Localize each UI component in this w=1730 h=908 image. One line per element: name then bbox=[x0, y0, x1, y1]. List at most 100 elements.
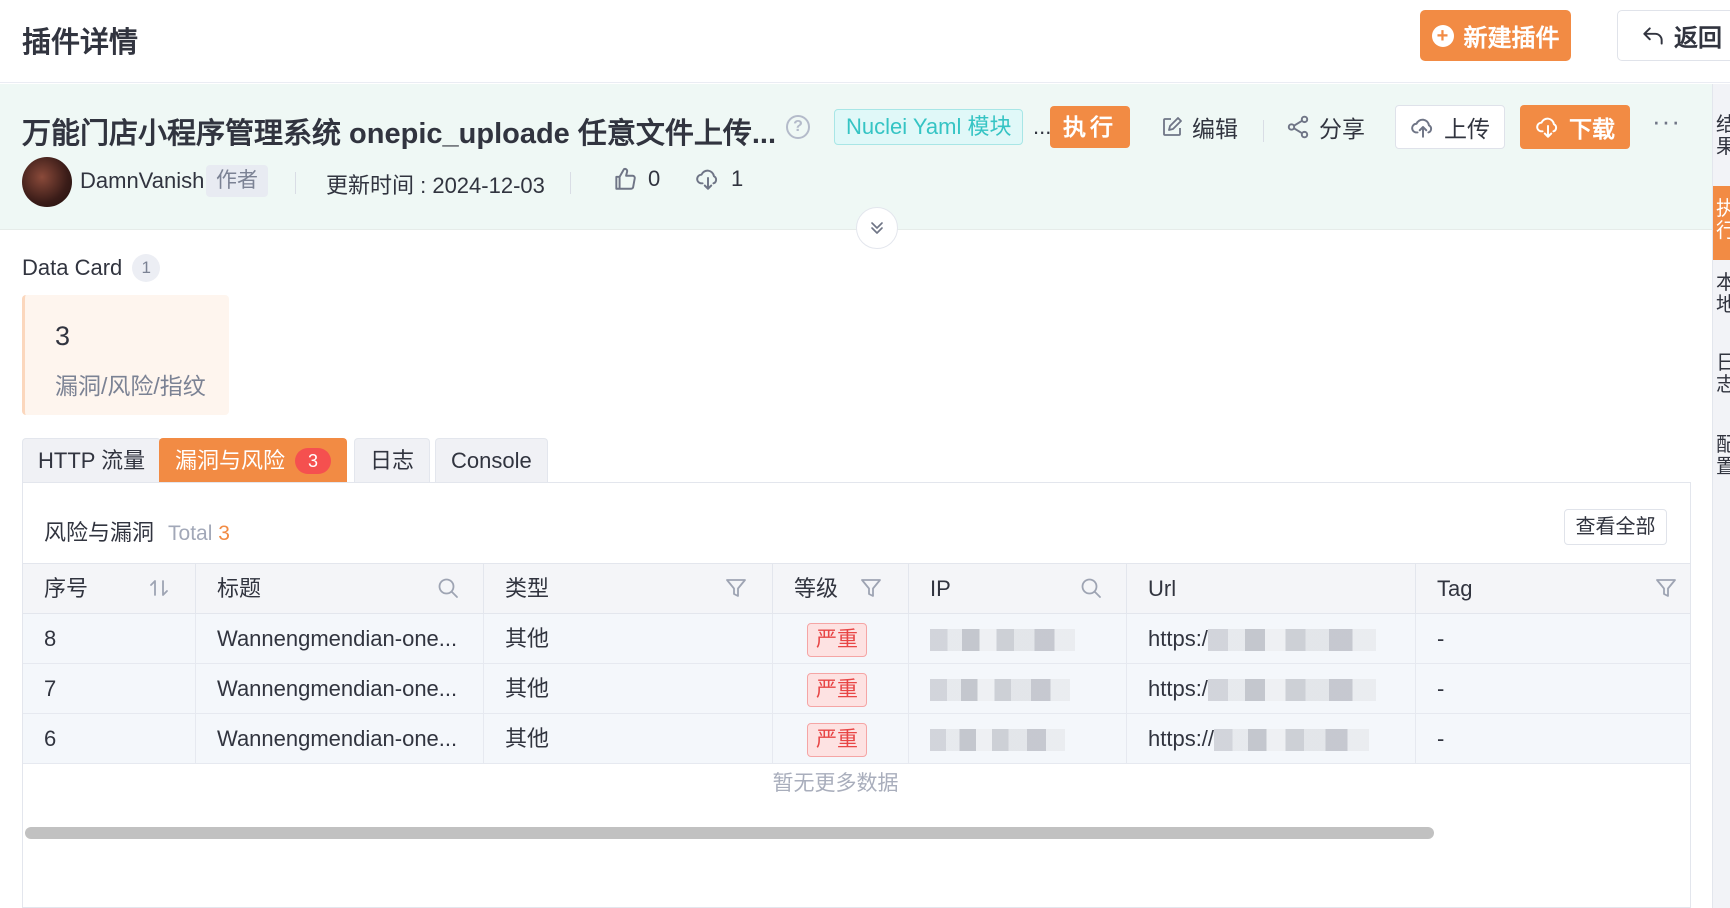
total-value: 3 bbox=[218, 522, 230, 545]
view-all-button[interactable]: 查看全部 bbox=[1564, 509, 1667, 545]
column-header-tag[interactable]: Tag bbox=[1416, 564, 1690, 613]
divider bbox=[1263, 120, 1264, 142]
tab-vulns-risks[interactable]: 漏洞与风险 3 bbox=[159, 438, 348, 482]
return-arrow-icon bbox=[1643, 26, 1663, 45]
column-header-ip[interactable]: IP bbox=[909, 564, 1127, 613]
back-button[interactable]: 返回 bbox=[1617, 10, 1730, 61]
table-row[interactable]: 7 Wannengmendian-one... 其他 严重 https:/ - bbox=[23, 664, 1690, 714]
download-label: 下载 bbox=[1569, 116, 1615, 142]
updated-time: 更新时间 : 2024-12-03 bbox=[326, 173, 545, 198]
url-text: https:// bbox=[1148, 726, 1215, 751]
back-label: 返回 bbox=[1674, 25, 1722, 52]
risk-table-header: 风险与漏洞 Total 3 bbox=[44, 515, 230, 547]
risk-table-panel: 风险与漏洞 Total 3 查看全部 序号 标题 类型 等级 IP Url Ta… bbox=[22, 482, 1691, 908]
cell-type: 其他 bbox=[484, 614, 773, 663]
side-tab-result[interactable]: 结果 bbox=[1713, 114, 1730, 174]
author-name[interactable]: DamnVanish bbox=[80, 168, 204, 194]
cell-ip bbox=[909, 614, 1127, 663]
download-button[interactable]: 下载 bbox=[1520, 105, 1630, 149]
share-icon bbox=[1287, 115, 1309, 139]
share-label: 分享 bbox=[1319, 116, 1365, 142]
data-card-vulns[interactable]: 3 漏洞/风险/指纹 bbox=[22, 295, 229, 415]
question-icon[interactable]: ? bbox=[786, 115, 810, 139]
more-options-icon[interactable]: ··· bbox=[1652, 106, 1681, 137]
side-tab-log[interactable]: 日志 bbox=[1713, 352, 1730, 412]
filter-icon[interactable] bbox=[859, 576, 883, 600]
column-label: Url bbox=[1148, 576, 1177, 601]
sort-icon[interactable] bbox=[147, 576, 171, 600]
cell-level: 严重 bbox=[773, 714, 909, 763]
tab-log[interactable]: 日志 bbox=[354, 438, 431, 482]
severity-badge: 严重 bbox=[807, 623, 867, 657]
blurred-ip bbox=[930, 679, 1070, 702]
blurred-url bbox=[1207, 679, 1376, 702]
table-row[interactable]: 6 Wannengmendian-one... 其他 严重 https:// - bbox=[23, 714, 1690, 764]
cell-level: 严重 bbox=[773, 664, 909, 713]
url-text: https:/ bbox=[1148, 676, 1208, 701]
cell-id: 7 bbox=[23, 664, 196, 713]
table-row[interactable]: 8 Wannengmendian-one... 其他 严重 https:/ - bbox=[23, 614, 1690, 664]
side-tab-execute[interactable]: 执行 bbox=[1713, 186, 1730, 260]
search-icon[interactable] bbox=[436, 576, 460, 600]
column-header-title[interactable]: 标题 bbox=[196, 564, 484, 613]
cell-level: 严重 bbox=[773, 614, 909, 663]
cell-type: 其他 bbox=[484, 714, 773, 763]
cell-url: https:/ bbox=[1127, 664, 1416, 713]
cell-type: 其他 bbox=[484, 664, 773, 713]
tab-http-traffic[interactable]: HTTP 流量 bbox=[22, 438, 162, 482]
author-avatar[interactable] bbox=[22, 157, 72, 207]
tag-ellipsis: ... bbox=[1033, 114, 1052, 139]
tab-console[interactable]: Console bbox=[435, 438, 548, 482]
filter-icon[interactable] bbox=[724, 576, 748, 600]
cell-id: 8 bbox=[23, 614, 196, 663]
tab-label: 日志 bbox=[370, 447, 415, 473]
new-plugin-button[interactable]: + 新建插件 bbox=[1420, 10, 1571, 61]
column-header-level[interactable]: 等级 bbox=[773, 564, 909, 613]
column-label: 标题 bbox=[217, 576, 262, 601]
cell-ip bbox=[909, 714, 1127, 763]
side-tab-config[interactable]: 配置 bbox=[1713, 434, 1730, 494]
share-button[interactable]: 分享 bbox=[1285, 110, 1365, 144]
cell-tag: - bbox=[1437, 626, 1445, 651]
cell-title: Wannengmendian-one... bbox=[196, 614, 484, 663]
cloud-download-icon bbox=[1536, 117, 1558, 138]
url-text: https:/ bbox=[1148, 626, 1208, 651]
column-header-id[interactable]: 序号 bbox=[23, 564, 196, 613]
data-card-label: 漏洞/风险/指纹 bbox=[55, 373, 206, 399]
severity-badge: 严重 bbox=[807, 673, 867, 707]
data-card-count: 1 bbox=[132, 254, 161, 282]
data-card-title: Data Card bbox=[22, 255, 123, 280]
column-header-url[interactable]: Url bbox=[1127, 564, 1416, 613]
new-plugin-label: 新建插件 bbox=[1463, 25, 1560, 52]
filter-icon[interactable] bbox=[1654, 576, 1678, 600]
tab-label: HTTP 流量 bbox=[38, 447, 146, 473]
risk-table-total: Total 3 bbox=[168, 522, 230, 546]
tab-count-badge: 3 bbox=[295, 447, 332, 474]
no-more-data-text: 暂无更多数据 bbox=[772, 772, 899, 795]
edit-button[interactable]: 编辑 bbox=[1160, 110, 1238, 144]
top-bar: 插件详情 + 新建插件 返回 bbox=[0, 0, 1730, 83]
total-label: Total bbox=[168, 522, 213, 545]
horizontal-scrollbar[interactable] bbox=[25, 827, 1434, 839]
cell-url: https:// bbox=[1127, 714, 1416, 763]
search-icon[interactable] bbox=[1079, 576, 1103, 600]
plus-circle-icon: + bbox=[1431, 24, 1454, 47]
column-label: 类型 bbox=[505, 576, 550, 601]
expand-header-button[interactable] bbox=[856, 207, 898, 249]
severity-badge: 严重 bbox=[807, 723, 867, 757]
download-count-button[interactable]: 1 bbox=[695, 166, 743, 192]
execute-button[interactable]: 执行 bbox=[1050, 106, 1130, 148]
cell-id: 6 bbox=[23, 714, 196, 763]
column-header-type[interactable]: 类型 bbox=[484, 564, 773, 613]
edit-label: 编辑 bbox=[1192, 116, 1238, 142]
divider bbox=[295, 172, 296, 194]
plugin-type-tag: Nuclei Yaml 模块 bbox=[834, 109, 1024, 145]
column-label: 序号 bbox=[44, 576, 89, 601]
table-header: 序号 标题 类型 等级 IP Url Tag bbox=[23, 563, 1690, 614]
like-button[interactable]: 0 bbox=[612, 166, 660, 192]
side-tab-local[interactable]: 本地 bbox=[1713, 272, 1730, 332]
upload-button[interactable]: 上传 bbox=[1395, 105, 1505, 149]
thumbs-up-icon bbox=[615, 168, 636, 190]
blurred-ip bbox=[930, 629, 1075, 652]
plugin-name: 万能门店小程序管理系统 onepic_uploade 任意文件上传... bbox=[22, 118, 777, 150]
